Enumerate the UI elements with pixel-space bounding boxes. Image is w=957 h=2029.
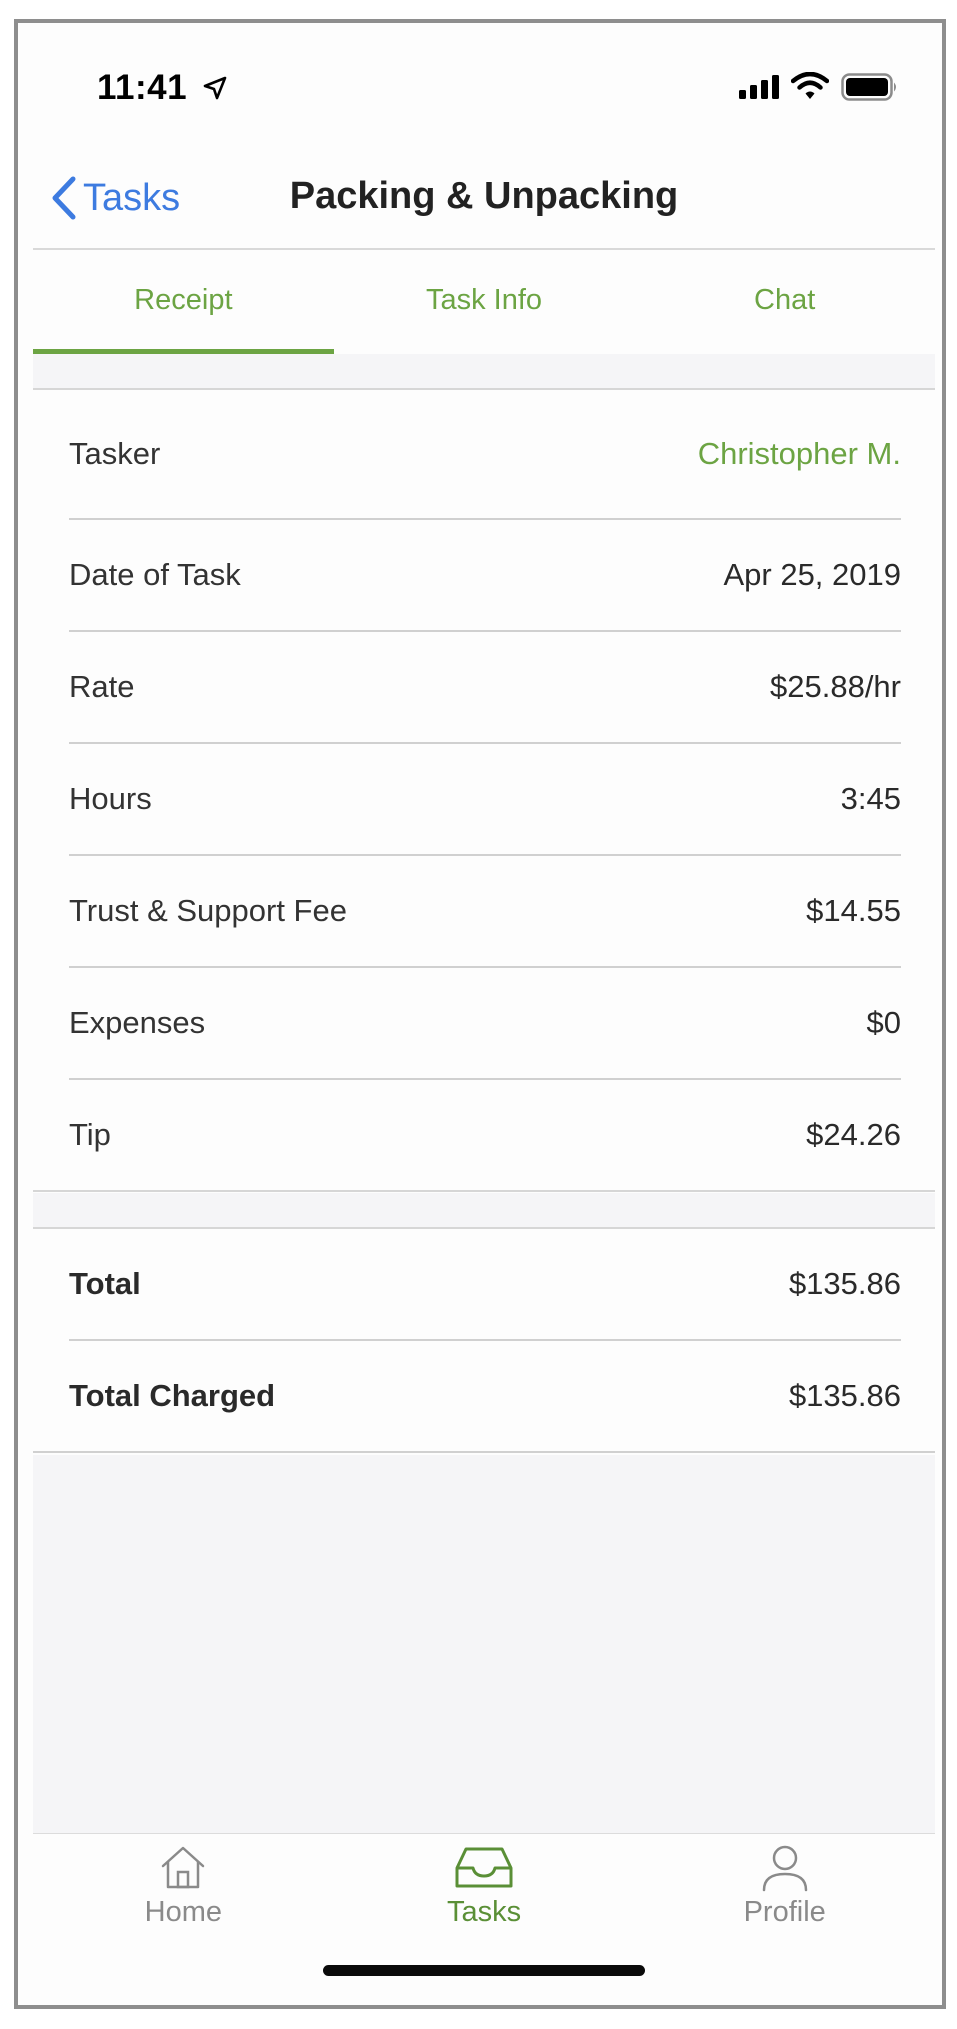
total-label: Total — [69, 1266, 141, 1301]
section-separator — [33, 354, 935, 390]
screen: 11:41 Tasks Packing & Unpacking Receipt … — [33, 23, 935, 2005]
tabbar-home-label: Home — [144, 1896, 223, 1928]
tasker-label: Tasker — [69, 436, 161, 471]
fee-label: Trust & Support Fee — [69, 893, 347, 928]
device-frame: 11:41 Tasks Packing & Unpacking Receipt … — [14, 19, 946, 2009]
status-time: 11:41 — [97, 68, 188, 107]
row-total: Total $135.86 — [69, 1229, 901, 1341]
house-icon — [162, 1846, 205, 1889]
tab-chat[interactable]: Chat — [634, 250, 935, 354]
page-title: Packing & Unpacking — [289, 175, 679, 217]
expenses-value: $0 — [866, 1005, 901, 1040]
total-value: $135.86 — [788, 1266, 901, 1301]
row-hours: Hours 3:45 — [69, 744, 901, 856]
wifi-icon — [791, 72, 829, 99]
date-label: Date of Task — [69, 557, 241, 592]
tasker-name-link[interactable]: Christopher M. — [698, 436, 901, 472]
rate-label: Rate — [69, 669, 135, 704]
tab-task-info[interactable]: Task Info — [334, 250, 635, 354]
location-arrow-icon — [203, 76, 227, 100]
expenses-label: Expenses — [69, 1005, 206, 1040]
battery-icon — [841, 73, 896, 101]
total-charged-value: $135.86 — [788, 1378, 901, 1413]
hours-label: Hours — [69, 781, 152, 816]
person-icon — [762, 1845, 807, 1892]
section-separator — [33, 1193, 935, 1229]
row-date-of-task: Date of Task Apr 25, 2019 — [69, 520, 901, 632]
total-charged-label: Total Charged — [69, 1378, 276, 1413]
row-tasker: Tasker Christopher M. — [69, 390, 901, 520]
tabbar-tasks-label: Tasks — [446, 1896, 522, 1928]
tabbar-profile-label: Profile — [743, 1896, 826, 1928]
hours-value: 3:45 — [840, 781, 901, 816]
row-total-charged: Total Charged $135.86 — [69, 1341, 901, 1451]
bottom-tab-bar: Home Tasks Profile — [33, 1834, 935, 2005]
row-rate: Rate $25.88/hr — [69, 632, 901, 744]
fee-value: $14.55 — [806, 893, 901, 928]
tabbar-profile[interactable]: Profile — [634, 1834, 935, 2005]
rate-value: $25.88/hr — [770, 669, 901, 704]
status-bar: 11:41 — [33, 23, 935, 133]
date-value: Apr 25, 2019 — [723, 557, 901, 592]
tip-label: Tip — [69, 1117, 111, 1152]
tab-receipt[interactable]: Receipt — [33, 250, 334, 354]
empty-background — [33, 1455, 935, 1835]
inbox-tray-icon — [455, 1847, 513, 1888]
row-expenses: Expenses $0 — [69, 968, 901, 1080]
tabbar-tasks[interactable]: Tasks — [334, 1834, 635, 2005]
segment-tabs: Receipt Task Info Chat — [33, 250, 935, 354]
navigation-bar: Tasks Packing & Unpacking — [33, 133, 935, 250]
tabbar-home[interactable]: Home — [33, 1834, 334, 2005]
home-indicator[interactable] — [323, 1965, 645, 1976]
receipt-totals: Total $135.86 Total Charged $135.86 — [33, 1229, 935, 1453]
tip-value: $24.26 — [806, 1117, 901, 1152]
row-trust-support-fee: Trust & Support Fee $14.55 — [69, 856, 901, 968]
receipt-details: Tasker Christopher M. Date of Task Apr 2… — [33, 390, 935, 1192]
row-tip: Tip $24.26 — [69, 1080, 901, 1190]
cellular-signal-icon — [739, 75, 779, 99]
